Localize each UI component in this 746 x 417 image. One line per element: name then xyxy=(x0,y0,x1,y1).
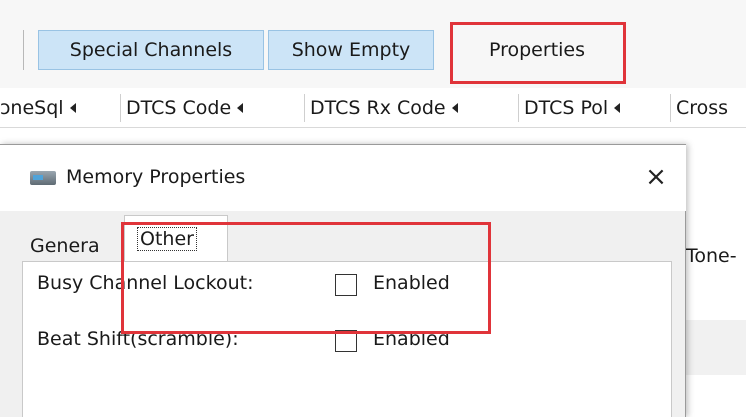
background-row-band xyxy=(686,320,746,375)
column-header-label: DTCS Code xyxy=(126,97,232,119)
beat-shift-checkbox[interactable] xyxy=(335,330,357,352)
column-header-dtcs-rx-code[interactable]: DTCS Rx Code xyxy=(310,88,518,128)
tab-other[interactable]: Other xyxy=(124,215,228,263)
column-header-dtcs-code[interactable]: DTCS Code xyxy=(126,88,304,128)
dialog-title: Memory Properties xyxy=(66,166,246,188)
dialog-titlebar[interactable]: Memory Properties × xyxy=(0,145,686,211)
sort-arrow-icon xyxy=(69,102,76,113)
background-tone-label: Tone- xyxy=(686,245,737,267)
show-empty-button[interactable]: Show Empty xyxy=(268,30,434,70)
column-header-dtcs-pol[interactable]: DTCS Pol xyxy=(524,88,670,128)
busy-channel-lockout-checkbox[interactable] xyxy=(335,274,357,296)
close-button[interactable]: × xyxy=(636,159,676,195)
app-icon xyxy=(30,171,56,185)
special-channels-button[interactable]: Special Channels xyxy=(38,30,264,70)
toolbar-separator xyxy=(23,30,24,70)
beat-shift-label: Beat Shift(scramble): xyxy=(37,328,239,350)
column-divider[interactable] xyxy=(120,94,121,122)
column-header-tonesql[interactable]: ɔneSql xyxy=(0,88,120,128)
column-header-cross[interactable]: Cross xyxy=(676,88,746,128)
column-header-label: ɔneSql xyxy=(0,97,64,119)
column-header-label: Cross xyxy=(676,97,729,119)
busy-channel-lockout-enabled-label[interactable]: Enabled xyxy=(373,272,450,294)
column-divider[interactable] xyxy=(304,94,305,122)
properties-button[interactable]: Properties xyxy=(455,30,619,70)
other-tab-panel: Busy Channel Lockout: Enabled Beat Shift… xyxy=(22,261,672,417)
column-divider[interactable] xyxy=(670,94,671,122)
column-header-label: DTCS Rx Code xyxy=(310,97,446,119)
sort-arrow-icon xyxy=(451,102,458,113)
toolbar: Special Channels Show Empty Properties xyxy=(0,0,746,88)
dialog-tabs: Genera Other xyxy=(0,211,686,263)
tab-general[interactable]: Genera xyxy=(30,231,124,261)
sort-arrow-icon xyxy=(237,102,244,113)
column-header-bar: ɔneSql DTCS Code DTCS Rx Code DTCS Pol C… xyxy=(0,88,746,128)
memory-properties-dialog: Memory Properties × Genera Other Busy Ch… xyxy=(0,144,686,417)
busy-channel-lockout-label: Busy Channel Lockout: xyxy=(37,272,254,294)
sort-arrow-icon xyxy=(614,102,621,113)
column-header-label: DTCS Pol xyxy=(524,97,609,119)
beat-shift-enabled-label[interactable]: Enabled xyxy=(373,328,450,350)
column-divider[interactable] xyxy=(518,94,519,122)
tab-other-label: Other xyxy=(137,227,197,251)
